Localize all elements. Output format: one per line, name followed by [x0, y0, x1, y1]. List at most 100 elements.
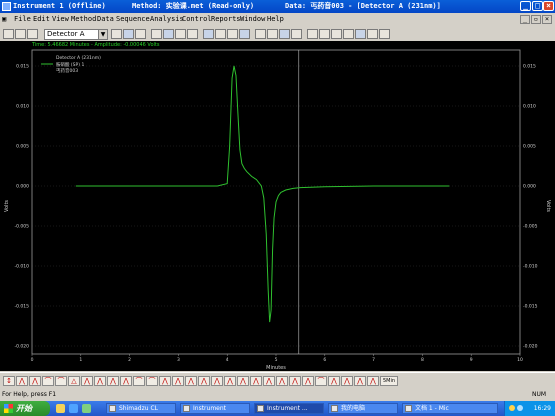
toolbar-tool-8-icon[interactable]: [203, 29, 214, 39]
detector-select[interactable]: Detector A ▼: [44, 29, 108, 40]
menu-edit[interactable]: Edit: [33, 13, 50, 26]
toolbar-tool-2-icon[interactable]: [123, 29, 134, 39]
mdi-restore-icon[interactable]: ▫: [531, 15, 541, 24]
integration-tool-8-icon[interactable]: ⋀: [94, 376, 106, 386]
integration-tool-1-icon[interactable]: ↕: [3, 376, 15, 386]
minimize-icon[interactable]: _: [520, 1, 531, 11]
toolbar-tool-11-icon[interactable]: [239, 29, 250, 39]
integration-tool-15-icon[interactable]: ⋀: [185, 376, 197, 386]
start-button[interactable]: 开始: [0, 401, 50, 416]
integration-tool-4-icon[interactable]: ⌒: [42, 376, 54, 386]
series-point: [292, 188, 294, 189]
series-point: [269, 321, 270, 323]
quicklaunch-desktop-icon[interactable]: [82, 404, 91, 413]
toolbar-tool-13-icon[interactable]: [267, 29, 278, 39]
menu-help[interactable]: Help: [267, 13, 284, 26]
y-tick-label: -0.020: [14, 344, 29, 350]
toolbar-tool-10-icon[interactable]: [227, 29, 238, 39]
series-point: [235, 75, 237, 76]
chromatogram-panel[interactable]: Time: 5.46682 Minutes - Amplitude: -0.00…: [0, 41, 555, 371]
menu-doc-icon[interactable]: ▣: [2, 13, 6, 26]
menu-control[interactable]: Control: [182, 13, 212, 26]
mdi-close-icon[interactable]: ×: [542, 15, 552, 24]
menu-file[interactable]: File: [14, 13, 31, 26]
integration-tool-29-icon[interactable]: ⋀: [367, 376, 379, 386]
integration-tool-19-icon[interactable]: ⋀: [237, 376, 249, 386]
toolbar-tool-17-icon[interactable]: [319, 29, 330, 39]
task-instrument[interactable]: Instrument: [180, 403, 250, 414]
toolbar-tool-20-icon[interactable]: [355, 29, 366, 39]
integration-tool-14-icon[interactable]: ⋀: [172, 376, 184, 386]
integration-tool-9-icon[interactable]: ⋀: [107, 376, 119, 386]
toolbar-tool-1-icon[interactable]: [111, 29, 122, 39]
task-shimadzu[interactable]: Shimadzu CL: [106, 403, 176, 414]
toolbar-tool-7-icon[interactable]: [187, 29, 198, 39]
integration-tool-20-icon[interactable]: ⋀: [250, 376, 262, 386]
quicklaunch-ie-icon[interactable]: [69, 404, 78, 413]
integration-tool-18-icon[interactable]: ⋀: [224, 376, 236, 386]
window-title-data: Data: 丐药音003 - [Detector A (231nm)]: [285, 2, 441, 10]
toolbar-tool-18-icon[interactable]: [331, 29, 342, 39]
start-label: 开始: [16, 404, 32, 413]
new-icon[interactable]: [3, 29, 14, 39]
integration-tool-27-icon[interactable]: ⋀: [341, 376, 353, 386]
toolbar-tool-5-icon[interactable]: [163, 29, 174, 39]
integration-tool-12-icon[interactable]: ⌒: [146, 376, 158, 386]
integration-tool-17-icon[interactable]: ⋀: [211, 376, 223, 386]
integration-tool-26-icon[interactable]: ⋀: [328, 376, 340, 386]
y-tick-label: -0.005: [14, 224, 29, 230]
toolbar-tool-4-icon[interactable]: [151, 29, 162, 39]
task-my-computer[interactable]: 我的电脑: [328, 403, 398, 414]
menu-window[interactable]: Window: [240, 13, 265, 26]
series-point: [226, 183, 228, 184]
x-tick-label: 0: [31, 357, 34, 363]
toolbar-tool-16-icon[interactable]: [307, 29, 318, 39]
integration-tool-3-icon[interactable]: ⋀: [29, 376, 41, 386]
integration-tool-21-icon[interactable]: ⋀: [263, 376, 275, 386]
integration-tool-28-icon[interactable]: ⋀: [354, 376, 366, 386]
toolbar-tool-21-icon[interactable]: [367, 29, 378, 39]
chevron-down-icon[interactable]: ▼: [98, 30, 107, 39]
menu-analysis[interactable]: Analysis: [150, 13, 184, 26]
toolbar-tool-3-icon[interactable]: [135, 29, 146, 39]
time-window-button[interactable]: 5Min: [380, 376, 398, 386]
save-icon[interactable]: [27, 29, 38, 39]
toolbar-tool-15-icon[interactable]: [291, 29, 302, 39]
menu-sequence[interactable]: Sequence: [116, 13, 150, 26]
integration-tool-11-icon[interactable]: ⌒: [133, 376, 145, 386]
tray-icon[interactable]: [517, 405, 523, 411]
integration-tool-16-icon[interactable]: ⋀: [198, 376, 210, 386]
task-word-document[interactable]: 文档 1 - Mic: [402, 403, 498, 414]
menu-data[interactable]: Data: [97, 13, 114, 26]
toolbar-tool-12-icon[interactable]: [255, 29, 266, 39]
toolbar-tool-14-icon[interactable]: [279, 29, 290, 39]
integration-tool-5-icon[interactable]: ⌒: [55, 376, 67, 386]
menu-method[interactable]: Method: [71, 13, 96, 26]
help-icon[interactable]: [379, 29, 390, 39]
maximize-icon[interactable]: □: [532, 1, 543, 11]
integration-tool-23-icon[interactable]: ⋀: [289, 376, 301, 386]
tray-icon[interactable]: [509, 405, 515, 411]
open-icon[interactable]: [15, 29, 26, 39]
integration-tool-24-icon[interactable]: ⋀: [302, 376, 314, 386]
toolbar-tool-6-icon[interactable]: [175, 29, 186, 39]
integration-tool-22-icon[interactable]: ⋀: [276, 376, 288, 386]
integration-tool-10-icon[interactable]: ⋀: [120, 376, 132, 386]
mdi-minimize-icon[interactable]: _: [520, 15, 530, 24]
integration-tool-7-icon[interactable]: ⋀: [81, 376, 93, 386]
detector-select-value: Detector A: [47, 30, 85, 38]
integration-tool-2-icon[interactable]: ⋀: [16, 376, 28, 386]
y2-tick-label: 0.005: [523, 144, 536, 150]
toolbar-tool-19-icon[interactable]: [343, 29, 354, 39]
quicklaunch-folder-icon[interactable]: [56, 404, 65, 413]
integration-tool-13-icon[interactable]: ⋀: [159, 376, 171, 386]
task-instrument-active[interactable]: Instrument ...: [254, 403, 324, 414]
toolbar-tool-9-icon[interactable]: [215, 29, 226, 39]
menu-view[interactable]: View: [52, 13, 69, 26]
close-icon[interactable]: ×: [543, 1, 554, 11]
app-icon: [2, 2, 11, 11]
chromatogram-chart[interactable]: 0.015 0.015 0.010 0.010 0.005 0.005 0.000 0.000…: [0, 41, 555, 371]
integration-tool-25-icon[interactable]: ⌒: [315, 376, 327, 386]
integration-tool-6-icon[interactable]: △: [68, 376, 80, 386]
menu-reports[interactable]: Reports: [211, 13, 241, 26]
